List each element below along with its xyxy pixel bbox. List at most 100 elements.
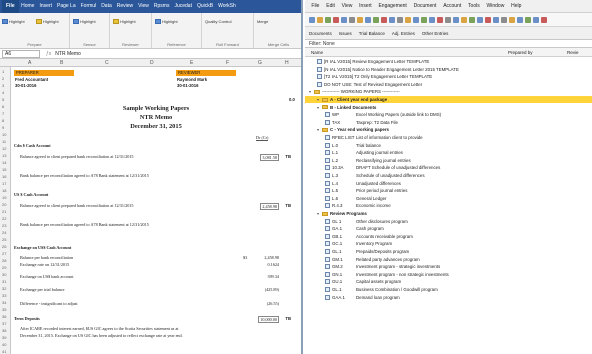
column-header[interactable]: C: [105, 60, 109, 66]
toolbar-icon[interactable]: [309, 16, 315, 23]
toolbar-icon[interactable]: [373, 16, 379, 23]
menu-item[interactable]: View: [338, 0, 356, 12]
toolbar-icon[interactable]: [333, 16, 339, 23]
expand-icon[interactable]: ▾: [317, 127, 321, 132]
tree-item[interactable]: GU.1 Capital assets program: [305, 278, 592, 285]
column-header[interactable]: H: [285, 60, 289, 66]
toolbar-icon[interactable]: [477, 16, 483, 23]
toolbar-icon[interactable]: [381, 16, 387, 23]
tickmark[interactable]: TB: [285, 316, 291, 321]
tree-item[interactable]: GL 1 Other disclosures program: [305, 218, 592, 225]
toolbar-icon[interactable]: [349, 16, 355, 23]
toolbar-icon[interactable]: [493, 16, 499, 23]
tree-item[interactable]: GM.2 Investment program - strategic inves…: [305, 263, 592, 270]
column-header[interactable]: D: [150, 60, 154, 66]
tree-item[interactable]: L.3 Schedule of unadjusted differences: [305, 172, 592, 179]
merge-button[interactable]: Merge: [257, 19, 268, 24]
worksheet[interactable]: 1 2 3 4 5 6 7 8 9 10 11 12 13 14 15 16 17 18 19 20 21 22 23 24 2…: [0, 67, 301, 354]
expand-icon[interactable]: ▾: [317, 211, 321, 216]
menu-item[interactable]: Rpsms: [151, 0, 172, 13]
menu-item[interactable]: Edit: [323, 0, 338, 12]
row-number[interactable]: 21: [2, 209, 6, 214]
row-number[interactable]: 4: [2, 90, 4, 95]
toolbar-icon[interactable]: [341, 16, 347, 23]
tree-item[interactable]: ▾ ------------ WORKING PAPERS -----------…: [305, 88, 592, 95]
row-number[interactable]: 9: [2, 125, 4, 130]
tree-item[interactable]: 10.3A DRAFT Schedule of unadjusted differ…: [305, 164, 592, 171]
menu-item[interactable]: File: [2, 0, 19, 13]
expand-icon[interactable]: ▾: [317, 105, 321, 110]
menu-item[interactable]: Formul: [78, 0, 99, 13]
highlight-button-5[interactable]: Highlight: [155, 19, 178, 24]
tree-item[interactable]: GAA.1 Demand loan program: [305, 294, 592, 301]
menu-item[interactable]: QuickB: [194, 0, 215, 13]
prepared-column-header[interactable]: Prepared by: [508, 50, 533, 55]
menu-item[interactable]: Tools: [465, 0, 483, 12]
row-number[interactable]: 8: [2, 118, 4, 123]
tree-item[interactable]: ▾ C - Year end working papers: [305, 126, 592, 133]
row-number[interactable]: 33: [2, 293, 6, 298]
tree-item[interactable]: GL.1 Prepaids/Deposits program: [305, 248, 592, 255]
tickmark[interactable]: TB: [285, 154, 291, 159]
toolbar-icon[interactable]: [453, 16, 459, 23]
tree-item[interactable]: ▾ B - Linked Documents: [305, 104, 592, 111]
menu-item[interactable]: Engagement: [375, 0, 410, 12]
menu-item[interactable]: Insert: [37, 0, 55, 13]
tree-item[interactable]: GL.1 Business Combination / Goodwill prog…: [305, 286, 592, 293]
tab[interactable]: Adj. Entries: [392, 31, 415, 36]
column-header[interactable]: A: [28, 60, 31, 66]
row-number[interactable]: 13: [2, 153, 6, 158]
row-number[interactable]: 41: [2, 349, 6, 354]
column-header[interactable]: F: [226, 60, 229, 66]
menu-item[interactable]: Help: [508, 0, 525, 12]
tree-item[interactable]: L.6 General Ledger: [305, 195, 592, 202]
row-number[interactable]: 26: [2, 244, 6, 249]
toolbar-icon[interactable]: [429, 16, 435, 23]
row-number[interactable]: 18: [2, 188, 6, 193]
row-number[interactable]: 37: [2, 321, 6, 326]
toolbar-icon[interactable]: [365, 16, 371, 23]
row-number[interactable]: 25: [2, 237, 6, 242]
tree-item[interactable]: R.4.3 Economic income: [305, 202, 592, 209]
row-number[interactable]: 14: [2, 160, 6, 165]
toolbar-icon[interactable]: [469, 16, 475, 23]
tree-item[interactable]: L.2 Reclassifying journal entries: [305, 157, 592, 164]
row-number[interactable]: 34: [2, 300, 6, 305]
toolbar-icon[interactable]: [485, 16, 491, 23]
row-number[interactable]: 24: [2, 230, 6, 235]
menu-item[interactable]: Data: [99, 0, 115, 13]
row-number[interactable]: 12: [2, 146, 6, 151]
tab[interactable]: Other Entries: [422, 31, 449, 36]
tree-item[interactable]: RFBC LIST List of information client to p…: [305, 134, 592, 141]
toolbar-icon[interactable]: [501, 16, 507, 23]
toolbar-icon[interactable]: [533, 16, 539, 23]
tab[interactable]: Issues: [339, 31, 352, 36]
tree-item[interactable]: WP Excel Working Papers (outside link to …: [305, 111, 592, 118]
tree-item[interactable]: GC.1 Inventory Program: [305, 240, 592, 247]
tree-item[interactable]: L.4 Unadjusted differences: [305, 180, 592, 187]
tree-item[interactable]: GB.1 Accounts receivable program: [305, 233, 592, 240]
highlight-button-3[interactable]: Highlight: [73, 19, 96, 24]
tree-item[interactable]: DO NOT USE: Test of Revised Engagement L…: [305, 81, 592, 88]
highlight-button[interactable]: Highlight: [2, 19, 25, 24]
tree-item[interactable]: [R IAL V2015] Review Engagement Letter T…: [305, 58, 592, 65]
column-header[interactable]: G: [258, 60, 262, 66]
row-number[interactable]: 3: [2, 83, 4, 88]
tree-item[interactable]: L.0 Trial balance: [305, 142, 592, 149]
toolbar-icon[interactable]: [525, 16, 531, 23]
menu-item[interactable]: Window: [483, 0, 508, 12]
toolbar-icon[interactable]: [405, 16, 411, 23]
tree-item[interactable]: [T2 IAL V2015] T2 Only Engagement Letter…: [305, 73, 592, 80]
tree-item[interactable]: GM.1 Related party advances program: [305, 256, 592, 263]
toolbar-icon[interactable]: [541, 16, 547, 23]
toolbar-icon[interactable]: [317, 16, 323, 23]
tree-item[interactable]: GA.1 Cash program: [305, 225, 592, 232]
menu-item[interactable]: File: [308, 0, 323, 12]
row-number[interactable]: 6: [2, 104, 4, 109]
row-number[interactable]: 27: [2, 251, 6, 256]
row-number[interactable]: 19: [2, 195, 6, 200]
row-number[interactable]: 22: [2, 216, 6, 221]
menu-item[interactable]: Jucedat: [172, 0, 195, 13]
row-number[interactable]: 32: [2, 286, 6, 291]
row-number[interactable]: 39: [2, 335, 6, 340]
